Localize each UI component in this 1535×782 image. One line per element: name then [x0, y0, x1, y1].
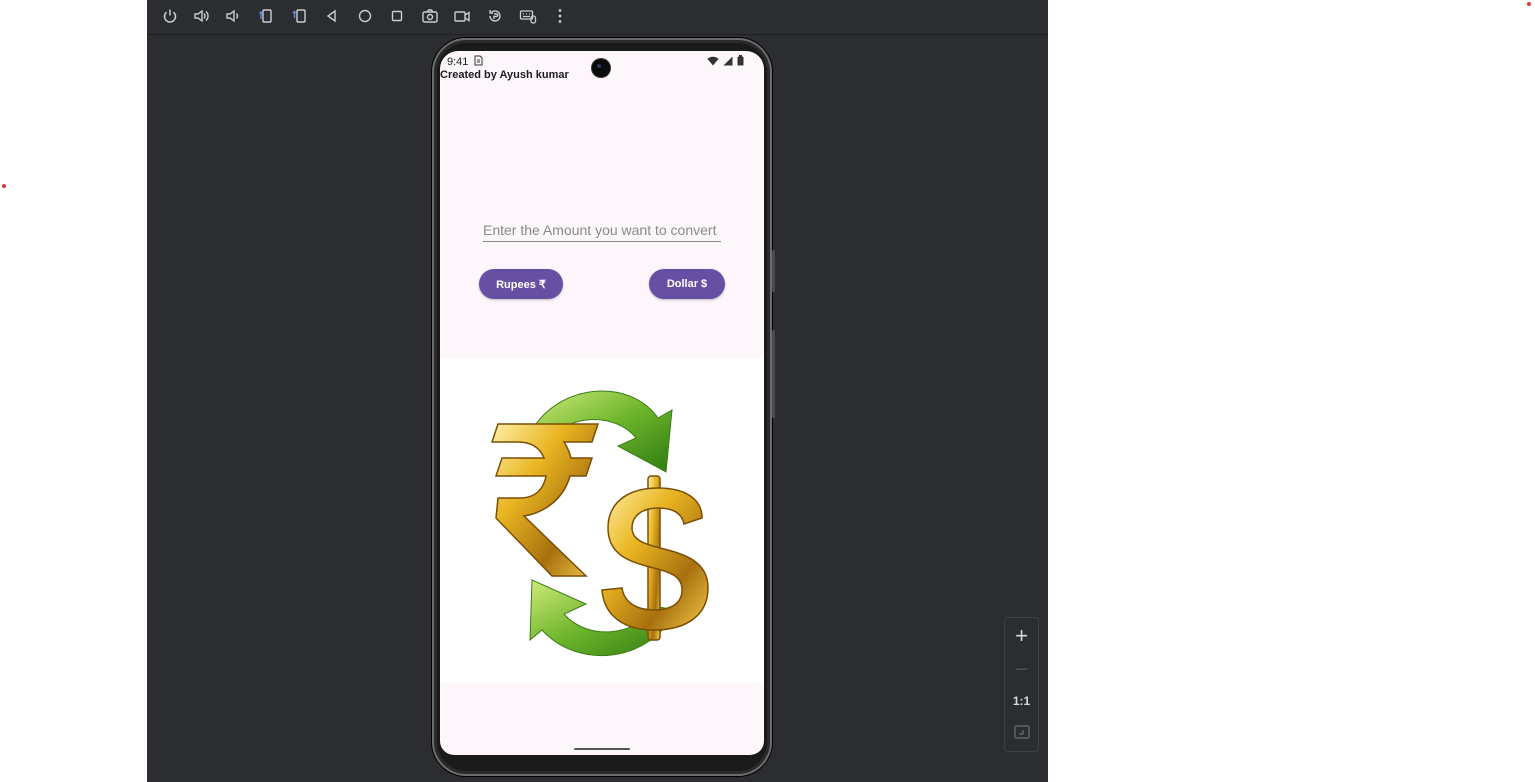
actual-size-button[interactable]: 1:1 [1005, 685, 1038, 717]
overview-icon[interactable] [385, 5, 409, 27]
fit-screen-button[interactable] [1005, 717, 1038, 749]
credit-text: Created by Ayush kumar [440, 69, 569, 81]
rupees-button[interactable]: Rupees ₹ [479, 269, 563, 299]
actual-size-label: 1:1 [1012, 694, 1031, 708]
screenshot-icon[interactable] [418, 5, 442, 27]
rotate-right-icon[interactable] [288, 5, 312, 27]
amount-input[interactable] [483, 219, 721, 242]
emulator-panel: 9:41 Created by Ayush kumar Rupees ₹ Dol… [147, 0, 1048, 782]
front-camera [592, 59, 610, 77]
device-screen[interactable]: 9:41 Created by Ayush kumar Rupees ₹ Dol… [440, 51, 764, 755]
back-icon[interactable] [320, 5, 344, 27]
volume-up-icon[interactable] [189, 5, 213, 27]
home-icon[interactable] [353, 5, 377, 27]
status-icons [707, 55, 744, 69]
zoom-out-icon: — [1015, 661, 1028, 675]
currency-exchange-image [440, 358, 764, 683]
screen-record-icon[interactable] [450, 5, 474, 27]
device-side-button-bottom [772, 330, 775, 418]
zoom-controls: + — 1:1 [1004, 617, 1039, 752]
rupee-dollar-exchange-icon [490, 390, 709, 657]
battery-icon [737, 55, 744, 69]
device-side-button-top [772, 250, 775, 292]
zoom-in-icon: + [1015, 623, 1028, 648]
status-time: 9:41 [447, 56, 469, 68]
zoom-out-button[interactable]: — [1005, 652, 1038, 684]
marker-dot-right [1527, 2, 1531, 6]
gesture-nav-handle[interactable] [574, 748, 630, 750]
dollar-button[interactable]: Dollar $ [649, 269, 725, 299]
emulator-toolbar [147, 0, 1048, 35]
marker-dot-left [2, 184, 6, 188]
power-icon[interactable] [158, 5, 182, 27]
reset-icon[interactable] [483, 5, 507, 27]
fit-screen-icon [1013, 724, 1030, 742]
more-options-icon[interactable] [548, 5, 572, 27]
sim-icon [474, 55, 483, 69]
zoom-in-button[interactable]: + [1005, 620, 1038, 652]
keyboard-mouse-icon[interactable] [516, 5, 540, 27]
signal-icon [723, 56, 733, 69]
wifi-icon [707, 56, 719, 69]
volume-down-icon[interactable] [221, 5, 245, 27]
rotate-left-icon[interactable] [254, 5, 278, 27]
